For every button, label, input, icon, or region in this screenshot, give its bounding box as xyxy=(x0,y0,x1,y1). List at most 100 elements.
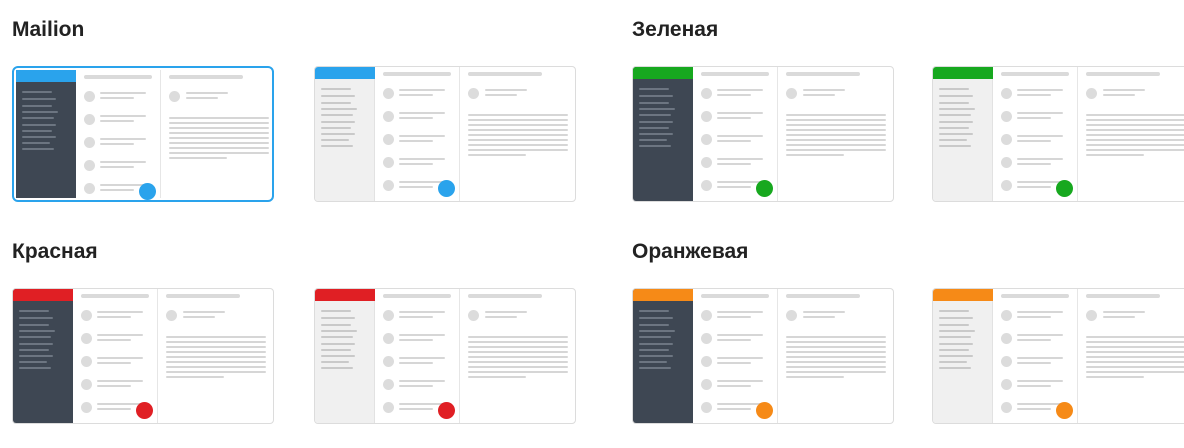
preview-sidebar-line xyxy=(19,336,51,338)
theme-option-red-dark[interactable] xyxy=(12,288,274,424)
preview-message-line xyxy=(1017,135,1063,137)
theme-option-orange-light[interactable] xyxy=(932,288,1184,424)
preview-reading-header xyxy=(1086,294,1160,298)
preview-message-line xyxy=(399,316,433,318)
preview-message-line xyxy=(1017,311,1063,313)
preview-sidebar-line xyxy=(22,111,58,113)
preview-message-line xyxy=(1017,94,1051,96)
theme-option-mailion-dark[interactable] xyxy=(12,66,274,202)
preview-sidebar xyxy=(13,289,73,423)
preview-sidebar-line xyxy=(639,336,671,338)
preview-reading-header xyxy=(1086,72,1160,76)
preview-sender-line xyxy=(1103,311,1145,313)
preview-avatar-dot xyxy=(383,310,394,321)
preview-sidebar-line xyxy=(639,133,673,135)
preview-sidebar-line xyxy=(639,121,673,123)
preview-avatar-dot xyxy=(1001,310,1012,321)
preview-reading-header xyxy=(468,294,542,298)
theme-option-red-light[interactable] xyxy=(314,288,576,424)
preview-sender-line xyxy=(1103,316,1135,318)
preview-accent-bar xyxy=(315,289,375,301)
preview-compose-button xyxy=(136,402,153,419)
preview-sidebar-line xyxy=(19,317,53,319)
preview-list-header xyxy=(383,72,451,76)
preview-body-line xyxy=(468,346,568,348)
preview-body-line xyxy=(169,122,269,124)
preview-sender-dot xyxy=(169,91,180,102)
preview-sender-line xyxy=(485,94,517,96)
preview-body-line xyxy=(1086,361,1184,363)
preview-body-line xyxy=(468,341,568,343)
preview-sidebar-line xyxy=(321,349,351,351)
theme-option-mailion-light[interactable] xyxy=(314,66,576,202)
preview-sidebar xyxy=(16,70,76,198)
preview-sidebar xyxy=(315,289,375,423)
theme-option-green-light[interactable] xyxy=(932,66,1184,202)
preview-message-line xyxy=(1017,89,1063,91)
preview-body-line xyxy=(468,361,568,363)
preview-message-line xyxy=(100,97,134,99)
preview-message-line xyxy=(1017,186,1051,188)
preview-sender-line xyxy=(183,311,225,313)
preview-body-line xyxy=(166,351,266,353)
preview-compose-button xyxy=(438,402,455,419)
preview-avatar-dot xyxy=(701,333,712,344)
preview-message-line xyxy=(399,158,445,160)
preview-body-line xyxy=(169,152,269,154)
preview-sidebar-line xyxy=(939,343,973,345)
preview-sidebar-line xyxy=(939,145,971,147)
preview-body-line xyxy=(1086,336,1184,338)
preview-message-line xyxy=(399,140,433,142)
preview-message-line xyxy=(1017,357,1063,359)
preview-sidebar-line xyxy=(321,310,351,312)
theme-preview xyxy=(933,67,1184,201)
preview-sidebar-line xyxy=(639,324,669,326)
preview-sidebar-line xyxy=(639,330,675,332)
preview-message-line xyxy=(399,334,445,336)
theme-option-orange-dark[interactable] xyxy=(632,288,894,424)
preview-sidebar xyxy=(933,289,993,423)
preview-message-list xyxy=(993,67,1078,201)
preview-sidebar-line xyxy=(22,136,56,138)
preview-body-line xyxy=(1086,144,1184,146)
preview-sidebar-line xyxy=(639,145,671,147)
preview-sidebar-line xyxy=(939,367,971,369)
preview-sidebar-line xyxy=(19,355,53,357)
preview-sidebar-line xyxy=(321,343,355,345)
theme-group-title: Красная xyxy=(12,240,98,263)
preview-sidebar-line xyxy=(22,130,52,132)
preview-list-header xyxy=(1001,294,1069,298)
preview-message-line xyxy=(1017,334,1063,336)
preview-sidebar-line xyxy=(22,124,56,126)
preview-accent-bar xyxy=(633,289,693,301)
theme-preview xyxy=(13,289,273,423)
theme-options xyxy=(632,288,1184,448)
preview-compose-button xyxy=(756,180,773,197)
preview-compose-button xyxy=(756,402,773,419)
preview-message-line xyxy=(97,385,131,387)
preview-message-line xyxy=(1017,163,1051,165)
preview-message-line xyxy=(399,163,433,165)
preview-avatar-dot xyxy=(701,356,712,367)
preview-sidebar xyxy=(315,67,375,201)
preview-sender-dot xyxy=(468,88,479,99)
preview-list-header xyxy=(84,75,152,79)
preview-sidebar-line xyxy=(19,343,53,345)
preview-avatar-dot xyxy=(1001,88,1012,99)
preview-message-line xyxy=(717,140,751,142)
theme-option-green-dark[interactable] xyxy=(632,66,894,202)
preview-body-line xyxy=(1086,366,1184,368)
preview-body-line xyxy=(1086,119,1184,121)
preview-sidebar-line xyxy=(22,105,52,107)
preview-sidebar-line xyxy=(939,349,969,351)
preview-sidebar-line xyxy=(939,310,969,312)
preview-avatar-dot xyxy=(701,402,712,413)
preview-message-line xyxy=(1017,117,1051,119)
theme-preview xyxy=(16,70,270,200)
preview-message-line xyxy=(399,181,445,183)
preview-message-line xyxy=(100,161,146,163)
preview-sidebar-line xyxy=(321,88,351,90)
preview-avatar-dot xyxy=(84,114,95,125)
preview-reading-pane xyxy=(460,67,575,201)
preview-message-line xyxy=(399,94,433,96)
